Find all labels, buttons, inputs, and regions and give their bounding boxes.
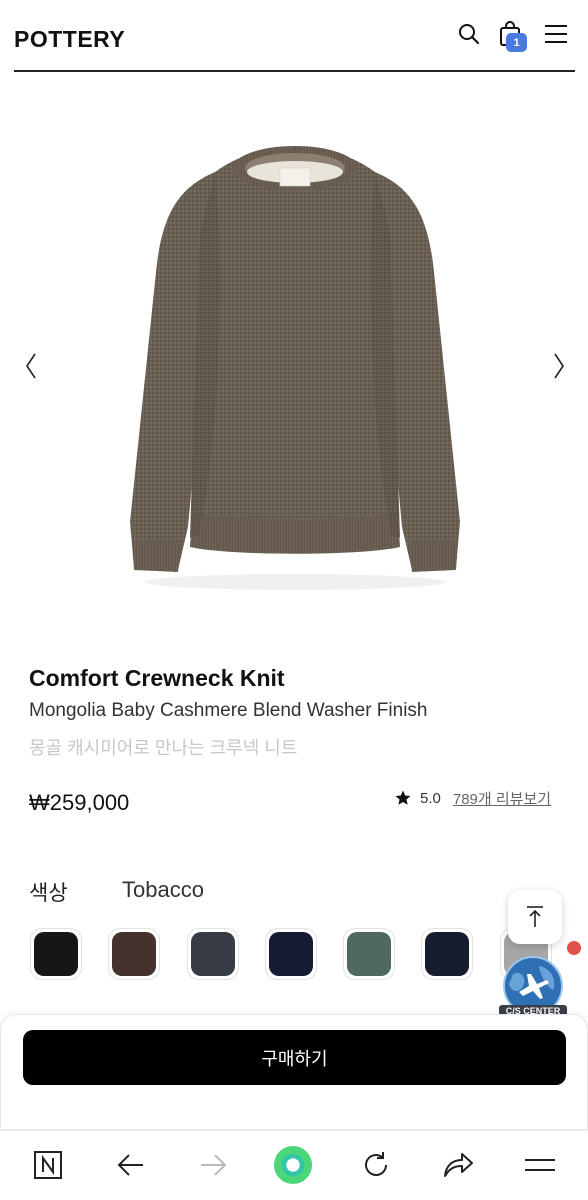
product-image-sweater	[130, 146, 460, 590]
swatch-chip	[112, 932, 156, 976]
arrow-up-icon	[527, 906, 543, 927]
browser-menu-icon[interactable]	[520, 1145, 560, 1185]
product-title: Comfort Crewneck Knit	[29, 665, 285, 691]
prev-image-arrow[interactable]	[16, 348, 46, 384]
swatch-chip	[191, 932, 235, 976]
forward-arrow-icon[interactable]	[193, 1145, 233, 1185]
share-icon[interactable]	[438, 1145, 478, 1185]
product-price: ₩259,000	[29, 790, 130, 815]
swatch-chip	[269, 932, 313, 976]
hamburger-menu-icon[interactable]	[540, 18, 572, 50]
back-arrow-icon[interactable]	[111, 1145, 151, 1185]
color-swatch[interactable]	[187, 928, 239, 980]
scroll-to-top-button[interactable]	[508, 890, 562, 944]
buy-button[interactable]: 구매하기	[23, 1030, 566, 1085]
color-label: 색상	[29, 882, 68, 905]
header: POTTERY 1	[0, 0, 588, 72]
selected-color: Tobacco	[122, 877, 204, 902]
naver-home-icon[interactable]	[28, 1145, 68, 1185]
color-swatch[interactable]	[108, 928, 160, 980]
notification-dot	[567, 941, 581, 955]
rating-value: 5.0	[420, 789, 441, 807]
logo[interactable]: POTTERY	[14, 26, 125, 53]
browser-nav-bar	[0, 1130, 588, 1200]
swatch-chip	[347, 932, 391, 976]
color-swatch[interactable]	[30, 928, 82, 980]
color-swatch[interactable]	[265, 928, 317, 980]
rating-block: 5.0 789개 리뷰보기	[394, 787, 551, 809]
cart-count-badge: 1	[506, 33, 527, 52]
color-swatch[interactable]	[343, 928, 395, 980]
swatch-chip	[425, 932, 469, 976]
product-subtitle: Mongolia Baby Cashmere Blend Washer Fini…	[29, 700, 428, 721]
swatch-chip	[34, 932, 78, 976]
color-swatch[interactable]	[421, 928, 473, 980]
review-link[interactable]: 789개 리뷰보기	[453, 788, 551, 809]
product-description: 몽골 캐시미어로 만나는 크루넥 니트	[29, 738, 298, 758]
next-image-arrow[interactable]	[544, 348, 574, 384]
green-dot-home-icon[interactable]	[273, 1145, 313, 1185]
search-icon[interactable]	[453, 18, 485, 50]
refresh-icon[interactable]	[356, 1145, 396, 1185]
product-gallery[interactable]	[0, 72, 588, 642]
star-icon	[395, 790, 411, 805]
